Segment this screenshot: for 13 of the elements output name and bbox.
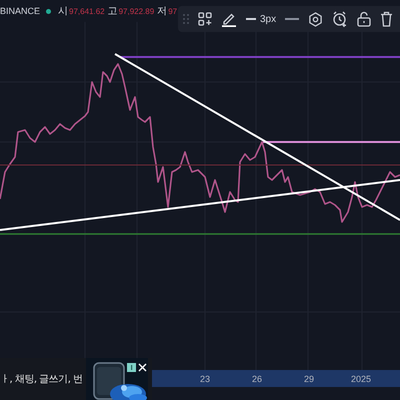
- ad-text: ㅏ, 채팅, 글쓰기, 번: [0, 373, 84, 386]
- ohlc-label: 저: [157, 5, 168, 18]
- ohlc-label: 시: [58, 5, 68, 18]
- ohlc-value: 97,641.62: [69, 6, 105, 16]
- time-label: 26: [250, 374, 263, 384]
- time-label: 23: [198, 374, 211, 384]
- line-width-button[interactable]: 3px: [246, 14, 276, 24]
- ohlc-value: 97: [168, 6, 178, 16]
- time-label: 2025: [350, 374, 372, 384]
- ohlc-value: 97,922.89: [118, 6, 154, 16]
- ohlc-label: 고: [108, 5, 118, 18]
- time-label: 29: [302, 374, 315, 384]
- exchange-name: BINANCE: [0, 6, 40, 16]
